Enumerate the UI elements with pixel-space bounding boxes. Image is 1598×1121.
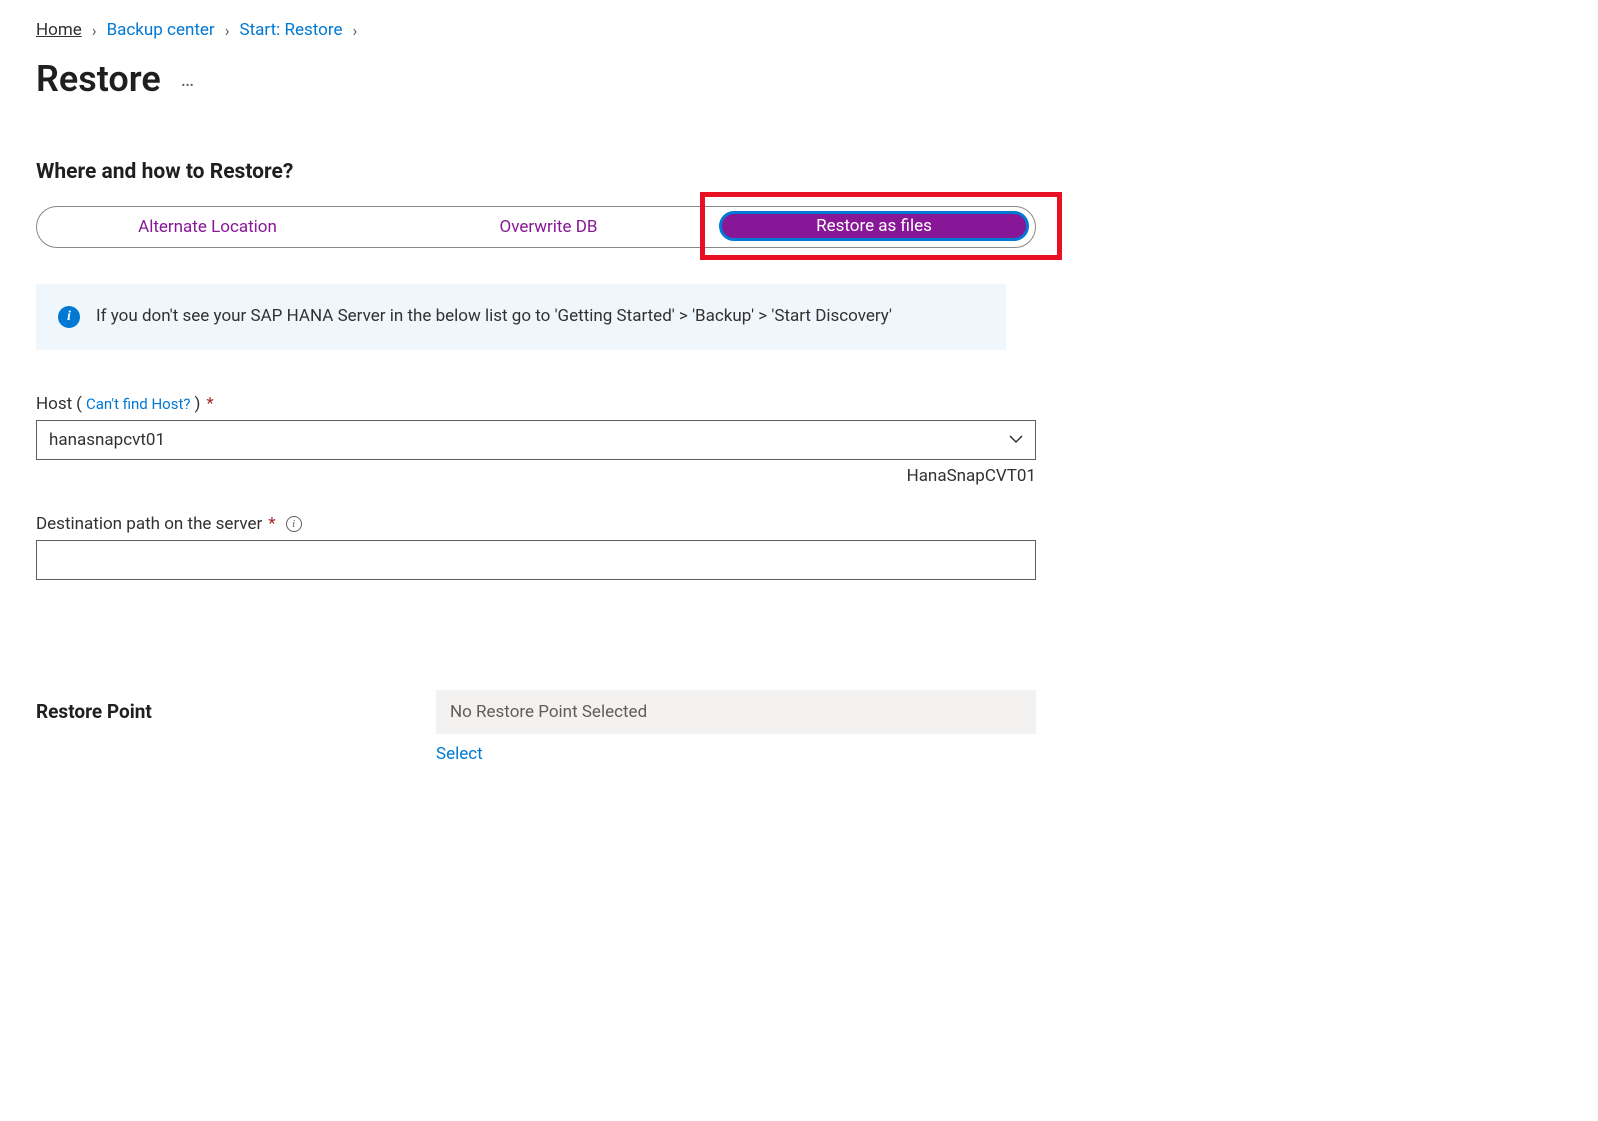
destination-path-input[interactable]	[36, 540, 1036, 580]
destination-path-label-text: Destination path on the server	[36, 514, 262, 534]
pill-alternate-location[interactable]: Alternate Location	[37, 207, 378, 247]
paren-open: (	[76, 394, 82, 414]
info-icon: i	[58, 306, 80, 328]
pill-overwrite-db[interactable]: Overwrite DB	[378, 207, 719, 247]
host-label-text: Host	[36, 394, 72, 414]
breadcrumb-home[interactable]: Home	[36, 20, 82, 40]
destination-path-field: Destination path on the server * i	[36, 514, 1036, 580]
section-heading: Where and how to Restore?	[36, 160, 1562, 184]
more-icon[interactable]: …	[181, 67, 196, 91]
page-title-row: Restore …	[36, 58, 1562, 100]
host-helper: HanaSnapCVT01	[36, 466, 1036, 486]
destination-path-label: Destination path on the server * i	[36, 514, 1036, 534]
chevron-right-icon: ›	[352, 21, 357, 40]
breadcrumb-start-restore[interactable]: Start: Restore	[240, 20, 343, 40]
host-label: Host (Can't find Host?) *	[36, 394, 1036, 414]
info-banner-text: If you don't see your SAP HANA Server in…	[96, 304, 892, 330]
breadcrumb-backup-center[interactable]: Backup center	[107, 20, 215, 40]
host-select[interactable]: hanasnapcvt01	[36, 420, 1036, 460]
info-banner: i If you don't see your SAP HANA Server …	[36, 284, 1006, 350]
chevron-down-icon	[1009, 432, 1023, 448]
cant-find-host-link[interactable]: Can't find Host?	[86, 395, 190, 413]
host-select-value: hanasnapcvt01	[49, 430, 165, 450]
chevron-right-icon: ›	[225, 21, 230, 40]
required-star: *	[268, 514, 275, 534]
required-star: *	[206, 394, 213, 414]
restore-point-value: No Restore Point Selected	[436, 690, 1036, 734]
help-icon[interactable]: i	[286, 516, 302, 532]
restore-mode-group: Alternate Location Overwrite DB Restore …	[36, 206, 1036, 248]
page-title: Restore	[36, 58, 161, 100]
host-field: Host (Can't find Host?) * hanasnapcvt01 …	[36, 394, 1036, 486]
breadcrumb: Home › Backup center › Start: Restore ›	[36, 20, 1562, 40]
paren-close: )	[194, 394, 200, 414]
restore-point-label: Restore Point	[36, 690, 436, 764]
restore-point-select-link[interactable]: Select	[436, 744, 483, 764]
restore-point-row: Restore Point No Restore Point Selected …	[36, 690, 1036, 764]
pill-restore-as-files[interactable]: Restore as files	[719, 211, 1029, 241]
chevron-right-icon: ›	[92, 21, 97, 40]
